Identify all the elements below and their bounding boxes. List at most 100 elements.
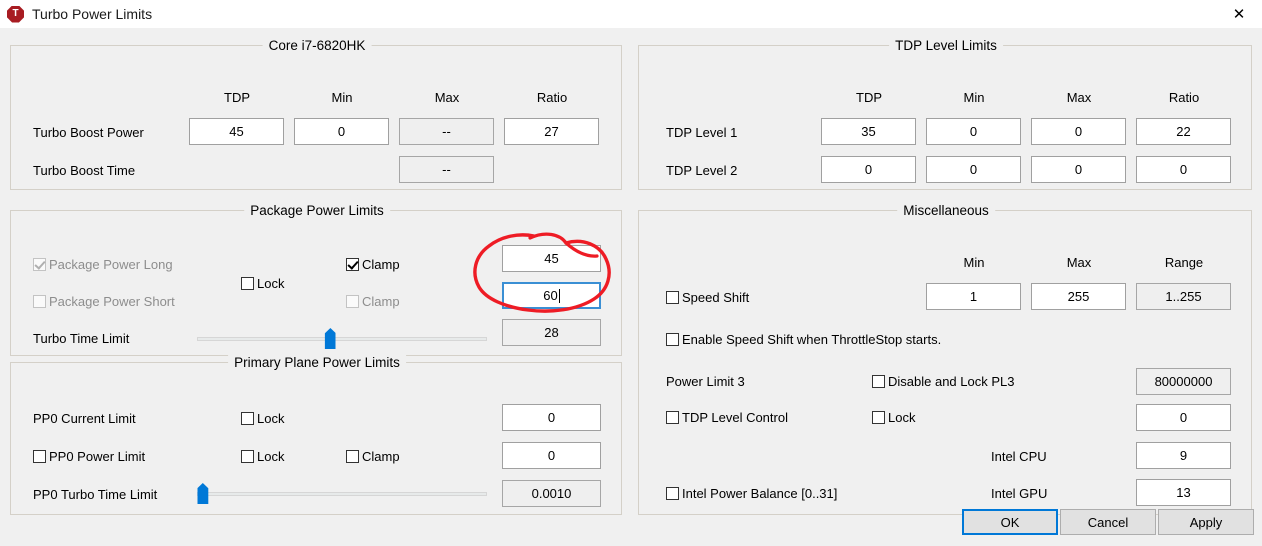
checkbox-indicator [33, 258, 46, 271]
ok-button[interactable]: OK [962, 509, 1058, 535]
text-caret [558, 288, 560, 303]
dialog-client-area: Core i7-6820HK TDP Min Max Ratio Turbo B… [0, 28, 1262, 546]
checkbox-indicator [346, 450, 359, 463]
package-power-short-value[interactable]: 60 [502, 282, 601, 309]
package-lock-checkbox[interactable]: Lock [241, 276, 284, 291]
tdp-col-tdp: TDP [856, 90, 882, 105]
checkbox-indicator [872, 375, 885, 388]
cancel-button[interactable]: Cancel [1060, 509, 1156, 535]
tdp-level-control-label: TDP Level Control [682, 410, 788, 425]
tdp-level-1-ratio[interactable]: 22 [1136, 118, 1231, 145]
package-clamp-long-checkbox[interactable]: Clamp [346, 257, 400, 272]
turbo-time-limit-label: Turbo Time Limit [33, 331, 130, 346]
tdp-level-1-max[interactable]: 0 [1031, 118, 1126, 145]
pp0-turbo-time-limit-value: 0.0010 [502, 480, 601, 507]
miscellaneous-legend: Miscellaneous [897, 203, 995, 218]
cpu-col-max: Max [434, 90, 460, 105]
power-limit-3-label: Power Limit 3 [666, 374, 745, 389]
tdp-level-lock-checkbox[interactable]: Lock [872, 410, 915, 425]
turbo-boost-time-label: Turbo Boost Time [33, 163, 136, 178]
pp0-power-clamp-checkbox[interactable]: Clamp [346, 449, 400, 464]
intel-power-balance-label: Intel Power Balance [0..31] [682, 486, 838, 501]
checkbox-indicator [666, 333, 679, 346]
tdp-level-2-min[interactable]: 0 [926, 156, 1021, 183]
cpu-col-tdp: TDP [224, 90, 250, 105]
pp0-current-limit-value[interactable]: 0 [502, 404, 601, 431]
turbo-boost-power-label: Turbo Boost Power [33, 125, 144, 140]
pp0-power-lock-checkbox[interactable]: Lock [241, 449, 284, 464]
turbo-boost-power-ratio[interactable]: 27 [504, 118, 599, 145]
tdp-level-2-tdp[interactable]: 0 [821, 156, 916, 183]
pp0-power-clamp-label: Clamp [362, 449, 400, 464]
pp0-power-limit-checkbox[interactable]: PP0 Power Limit [33, 449, 145, 464]
turbo-boost-power-min[interactable]: 0 [294, 118, 389, 145]
disable-and-lock-pl3-checkbox[interactable]: Disable and Lock PL3 [872, 374, 1014, 389]
speed-shift-checkbox[interactable]: Speed Shift [666, 290, 749, 305]
speed-shift-min-value[interactable]: 1 [926, 283, 1021, 310]
pp0-turbo-time-slider[interactable] [197, 483, 487, 505]
pp0-current-lock-label: Lock [257, 411, 285, 426]
pp0-turbo-time-limit-label: PP0 Turbo Time Limit [33, 487, 158, 502]
checkbox-indicator [33, 295, 46, 308]
checkbox-indicator [872, 411, 885, 424]
pp0-current-limit-label: PP0 Current Limit [33, 411, 136, 426]
tdp-level-1-tdp[interactable]: 35 [821, 118, 916, 145]
package-power-limits-legend: Package Power Limits [244, 203, 390, 218]
package-clamp-short-checkbox[interactable]: Clamp [346, 294, 400, 309]
checkbox-indicator [346, 258, 359, 271]
pp0-power-limit-value[interactable]: 0 [502, 442, 601, 469]
enable-speed-shift-label: Enable Speed Shift when ThrottleStop sta… [682, 332, 942, 347]
intel-gpu-label: Intel GPU [991, 486, 1048, 501]
turbo-boost-power-tdp[interactable]: 45 [189, 118, 284, 145]
checkbox-indicator [666, 291, 679, 304]
slider-thumb[interactable] [197, 483, 209, 504]
tdp-col-max: Max [1066, 90, 1092, 105]
speed-shift-range-value: 1..255 [1136, 283, 1231, 310]
package-power-limits-group: Package Power Limits Package Power Long … [10, 203, 622, 356]
intel-cpu-value[interactable]: 9 [1136, 442, 1231, 469]
pp0-current-lock-checkbox[interactable]: Lock [241, 411, 284, 426]
close-icon[interactable]: ✕ [1216, 0, 1262, 28]
enable-speed-shift-checkbox[interactable]: Enable Speed Shift when ThrottleStop sta… [666, 332, 941, 347]
package-clamp-short-label: Clamp [362, 294, 400, 309]
checkbox-indicator [666, 411, 679, 424]
primary-plane-legend: Primary Plane Power Limits [228, 355, 406, 370]
package-power-short-label: Package Power Short [49, 294, 175, 309]
misc-col-range: Range [1164, 255, 1204, 270]
tdp-level-2-label: TDP Level 2 [666, 163, 738, 178]
primary-plane-power-limits-group: Primary Plane Power Limits PP0 Current L… [10, 355, 622, 515]
cpu-limits-legend: Core i7-6820HK [262, 38, 372, 53]
checkbox-indicator [241, 450, 254, 463]
intel-power-balance-checkbox[interactable]: Intel Power Balance [0..31] [666, 486, 837, 501]
checkbox-indicator [666, 487, 679, 500]
slider-thumb[interactable] [324, 328, 336, 349]
tdp-level-1-label: TDP Level 1 [666, 125, 738, 140]
intel-gpu-value[interactable]: 13 [1136, 479, 1231, 506]
cpu-col-min: Min [331, 90, 353, 105]
miscellaneous-group: Miscellaneous Min Max Range Speed Shift … [638, 203, 1252, 515]
turbo-time-limit-slider[interactable] [197, 328, 487, 350]
apply-button[interactable]: Apply [1158, 509, 1254, 535]
package-turbo-time-value: 28 [502, 319, 601, 346]
checkbox-indicator [33, 450, 46, 463]
tdp-level-2-ratio[interactable]: 0 [1136, 156, 1231, 183]
tdp-level-limits-legend: TDP Level Limits [889, 38, 1003, 53]
tdp-level-control-value[interactable]: 0 [1136, 404, 1231, 431]
tdp-col-min: Min [963, 90, 985, 105]
power-limit-3-value: 80000000 [1136, 368, 1231, 395]
intel-cpu-label: Intel CPU [991, 449, 1047, 464]
tdp-level-2-max[interactable]: 0 [1031, 156, 1126, 183]
slider-track [197, 492, 487, 496]
turbo-boost-time-max: -- [399, 156, 494, 183]
package-power-short-checkbox[interactable]: Package Power Short [33, 294, 175, 309]
speed-shift-max-value[interactable]: 255 [1031, 283, 1126, 310]
tdp-level-1-min[interactable]: 0 [926, 118, 1021, 145]
throttlestop-icon: T [7, 5, 24, 23]
package-power-long-value[interactable]: 45 [502, 245, 601, 272]
package-power-long-checkbox[interactable]: Package Power Long [33, 257, 173, 272]
package-clamp-long-label: Clamp [362, 257, 400, 272]
tdp-level-control-checkbox[interactable]: TDP Level Control [666, 410, 788, 425]
window-title: Turbo Power Limits [32, 6, 153, 22]
checkbox-indicator [241, 277, 254, 290]
package-power-short-value-text: 60 [543, 288, 558, 303]
